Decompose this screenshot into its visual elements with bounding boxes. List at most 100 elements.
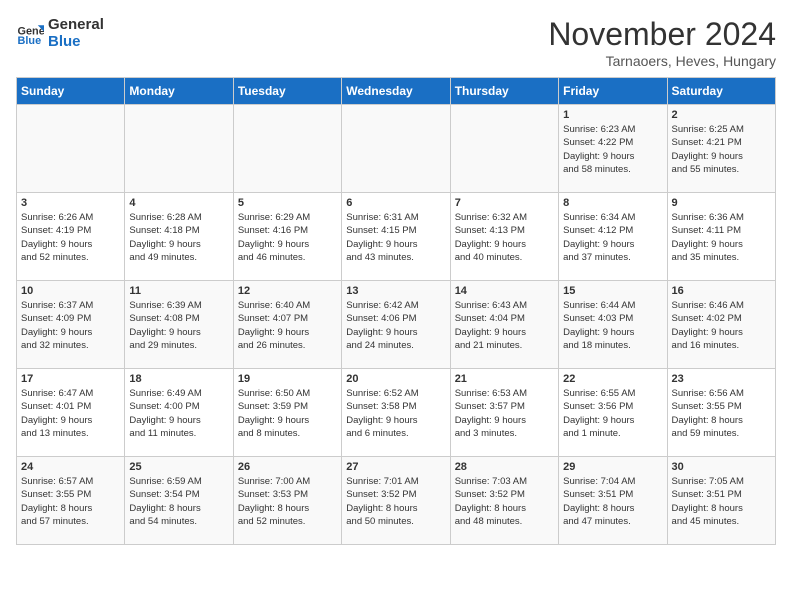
day-number: 25	[129, 461, 228, 473]
page-header: General Blue General Blue November 2024 …	[16, 16, 776, 69]
day-info: Sunrise: 6:57 AM Sunset: 3:55 PM Dayligh…	[21, 475, 120, 528]
calendar-cell: 13 Sunrise: 6:42 AM Sunset: 4:06 PM Dayli…	[342, 281, 450, 369]
day-number: 17	[21, 373, 120, 385]
day-number: 23	[672, 373, 771, 385]
day-number: 5	[238, 197, 337, 209]
day-number: 8	[563, 197, 662, 209]
day-number: 15	[563, 285, 662, 297]
day-info: Sunrise: 7:05 AM Sunset: 3:51 PM Dayligh…	[672, 475, 771, 528]
calendar-cell: 8 Sunrise: 6:34 AM Sunset: 4:12 PM Daylig…	[559, 193, 667, 281]
day-info: Sunrise: 6:23 AM Sunset: 4:22 PM Dayligh…	[563, 123, 662, 176]
day-number: 28	[455, 461, 554, 473]
week-row-4: 17 Sunrise: 6:47 AM Sunset: 4:01 PM Dayli…	[17, 369, 776, 457]
day-info: Sunrise: 7:00 AM Sunset: 3:53 PM Dayligh…	[238, 475, 337, 528]
calendar-cell: 10 Sunrise: 6:37 AM Sunset: 4:09 PM Dayli…	[17, 281, 125, 369]
day-info: Sunrise: 6:55 AM Sunset: 3:56 PM Dayligh…	[563, 387, 662, 440]
title-block: November 2024 Tarnaoers, Heves, Hungary	[548, 16, 776, 69]
day-info: Sunrise: 7:03 AM Sunset: 3:52 PM Dayligh…	[455, 475, 554, 528]
calendar-cell: 15 Sunrise: 6:44 AM Sunset: 4:03 PM Dayli…	[559, 281, 667, 369]
day-number: 18	[129, 373, 228, 385]
location-subtitle: Tarnaoers, Heves, Hungary	[548, 53, 776, 69]
day-number: 6	[346, 197, 445, 209]
day-number: 11	[129, 285, 228, 297]
day-info: Sunrise: 6:40 AM Sunset: 4:07 PM Dayligh…	[238, 299, 337, 352]
calendar-cell: 21 Sunrise: 6:53 AM Sunset: 3:57 PM Dayli…	[450, 369, 558, 457]
day-info: Sunrise: 6:44 AM Sunset: 4:03 PM Dayligh…	[563, 299, 662, 352]
calendar-cell: 27Sunrise: 7:01 AM Sunset: 3:52 PM Dayli…	[342, 457, 450, 545]
day-info: Sunrise: 6:34 AM Sunset: 4:12 PM Dayligh…	[563, 211, 662, 264]
calendar-cell: 23Sunrise: 6:56 AM Sunset: 3:55 PM Dayli…	[667, 369, 775, 457]
day-number: 24	[21, 461, 120, 473]
calendar-header-row: SundayMondayTuesdayWednesdayThursdayFrid…	[17, 78, 776, 105]
week-row-1: 1 Sunrise: 6:23 AM Sunset: 4:22 PM Daylig…	[17, 105, 776, 193]
day-info: Sunrise: 6:47 AM Sunset: 4:01 PM Dayligh…	[21, 387, 120, 440]
day-number: 7	[455, 197, 554, 209]
day-number: 26	[238, 461, 337, 473]
day-number: 27	[346, 461, 445, 473]
calendar-cell: 4Sunrise: 6:28 AM Sunset: 4:18 PM Daylig…	[125, 193, 233, 281]
calendar-cell: 22 Sunrise: 6:55 AM Sunset: 3:56 PM Dayli…	[559, 369, 667, 457]
day-info: Sunrise: 6:52 AM Sunset: 3:58 PM Dayligh…	[346, 387, 445, 440]
day-info: Sunrise: 6:32 AM Sunset: 4:13 PM Dayligh…	[455, 211, 554, 264]
calendar-cell	[342, 105, 450, 193]
col-header-monday: Monday	[125, 78, 233, 105]
day-number: 21	[455, 373, 554, 385]
day-info: Sunrise: 6:37 AM Sunset: 4:09 PM Dayligh…	[21, 299, 120, 352]
calendar-table: SundayMondayTuesdayWednesdayThursdayFrid…	[16, 77, 776, 545]
day-number: 12	[238, 285, 337, 297]
day-info: Sunrise: 6:59 AM Sunset: 3:54 PM Dayligh…	[129, 475, 228, 528]
calendar-cell: 26 Sunrise: 7:00 AM Sunset: 3:53 PM Dayli…	[233, 457, 341, 545]
calendar-cell: 12 Sunrise: 6:40 AM Sunset: 4:07 PM Dayli…	[233, 281, 341, 369]
day-info: Sunrise: 6:43 AM Sunset: 4:04 PM Dayligh…	[455, 299, 554, 352]
calendar-cell: 28 Sunrise: 7:03 AM Sunset: 3:52 PM Dayli…	[450, 457, 558, 545]
logo-blue: Blue	[48, 33, 104, 50]
calendar-cell: 9Sunrise: 6:36 AM Sunset: 4:11 PM Daylig…	[667, 193, 775, 281]
day-number: 30	[672, 461, 771, 473]
logo-icon: General Blue	[16, 19, 44, 47]
day-info: Sunrise: 6:28 AM Sunset: 4:18 PM Dayligh…	[129, 211, 228, 264]
col-header-thursday: Thursday	[450, 78, 558, 105]
day-number: 16	[672, 285, 771, 297]
logo: General Blue General Blue	[16, 16, 104, 50]
day-number: 1	[563, 109, 662, 121]
calendar-cell: 14 Sunrise: 6:43 AM Sunset: 4:04 PM Dayli…	[450, 281, 558, 369]
day-number: 14	[455, 285, 554, 297]
calendar-cell: 2Sunrise: 6:25 AM Sunset: 4:21 PM Daylig…	[667, 105, 775, 193]
month-title: November 2024	[548, 16, 776, 53]
day-info: Sunrise: 6:25 AM Sunset: 4:21 PM Dayligh…	[672, 123, 771, 176]
calendar-cell: 11Sunrise: 6:39 AM Sunset: 4:08 PM Dayli…	[125, 281, 233, 369]
day-info: Sunrise: 6:36 AM Sunset: 4:11 PM Dayligh…	[672, 211, 771, 264]
day-info: Sunrise: 6:26 AM Sunset: 4:19 PM Dayligh…	[21, 211, 120, 264]
calendar-cell	[450, 105, 558, 193]
col-header-tuesday: Tuesday	[233, 78, 341, 105]
day-info: Sunrise: 6:53 AM Sunset: 3:57 PM Dayligh…	[455, 387, 554, 440]
calendar-cell: 30 Sunrise: 7:05 AM Sunset: 3:51 PM Dayli…	[667, 457, 775, 545]
calendar-cell: 24 Sunrise: 6:57 AM Sunset: 3:55 PM Dayli…	[17, 457, 125, 545]
day-number: 13	[346, 285, 445, 297]
day-number: 20	[346, 373, 445, 385]
col-header-sunday: Sunday	[17, 78, 125, 105]
calendar-cell: 25 Sunrise: 6:59 AM Sunset: 3:54 PM Dayli…	[125, 457, 233, 545]
day-info: Sunrise: 6:42 AM Sunset: 4:06 PM Dayligh…	[346, 299, 445, 352]
day-number: 29	[563, 461, 662, 473]
col-header-wednesday: Wednesday	[342, 78, 450, 105]
col-header-saturday: Saturday	[667, 78, 775, 105]
svg-text:Blue: Blue	[18, 35, 42, 47]
day-info: Sunrise: 6:31 AM Sunset: 4:15 PM Dayligh…	[346, 211, 445, 264]
calendar-cell: 7 Sunrise: 6:32 AM Sunset: 4:13 PM Daylig…	[450, 193, 558, 281]
calendar-cell: 18 Sunrise: 6:49 AM Sunset: 4:00 PM Dayli…	[125, 369, 233, 457]
day-number: 22	[563, 373, 662, 385]
day-info: Sunrise: 6:29 AM Sunset: 4:16 PM Dayligh…	[238, 211, 337, 264]
day-number: 3	[21, 197, 120, 209]
day-info: Sunrise: 7:04 AM Sunset: 3:51 PM Dayligh…	[563, 475, 662, 528]
calendar-cell: 3 Sunrise: 6:26 AM Sunset: 4:19 PM Daylig…	[17, 193, 125, 281]
calendar-cell: 6 Sunrise: 6:31 AM Sunset: 4:15 PM Daylig…	[342, 193, 450, 281]
day-info: Sunrise: 6:46 AM Sunset: 4:02 PM Dayligh…	[672, 299, 771, 352]
day-number: 10	[21, 285, 120, 297]
week-row-5: 24 Sunrise: 6:57 AM Sunset: 3:55 PM Dayli…	[17, 457, 776, 545]
week-row-3: 10 Sunrise: 6:37 AM Sunset: 4:09 PM Dayli…	[17, 281, 776, 369]
calendar-cell: 5 Sunrise: 6:29 AM Sunset: 4:16 PM Daylig…	[233, 193, 341, 281]
calendar-cell: 29 Sunrise: 7:04 AM Sunset: 3:51 PM Dayli…	[559, 457, 667, 545]
day-info: Sunrise: 6:49 AM Sunset: 4:00 PM Dayligh…	[129, 387, 228, 440]
calendar-cell	[233, 105, 341, 193]
